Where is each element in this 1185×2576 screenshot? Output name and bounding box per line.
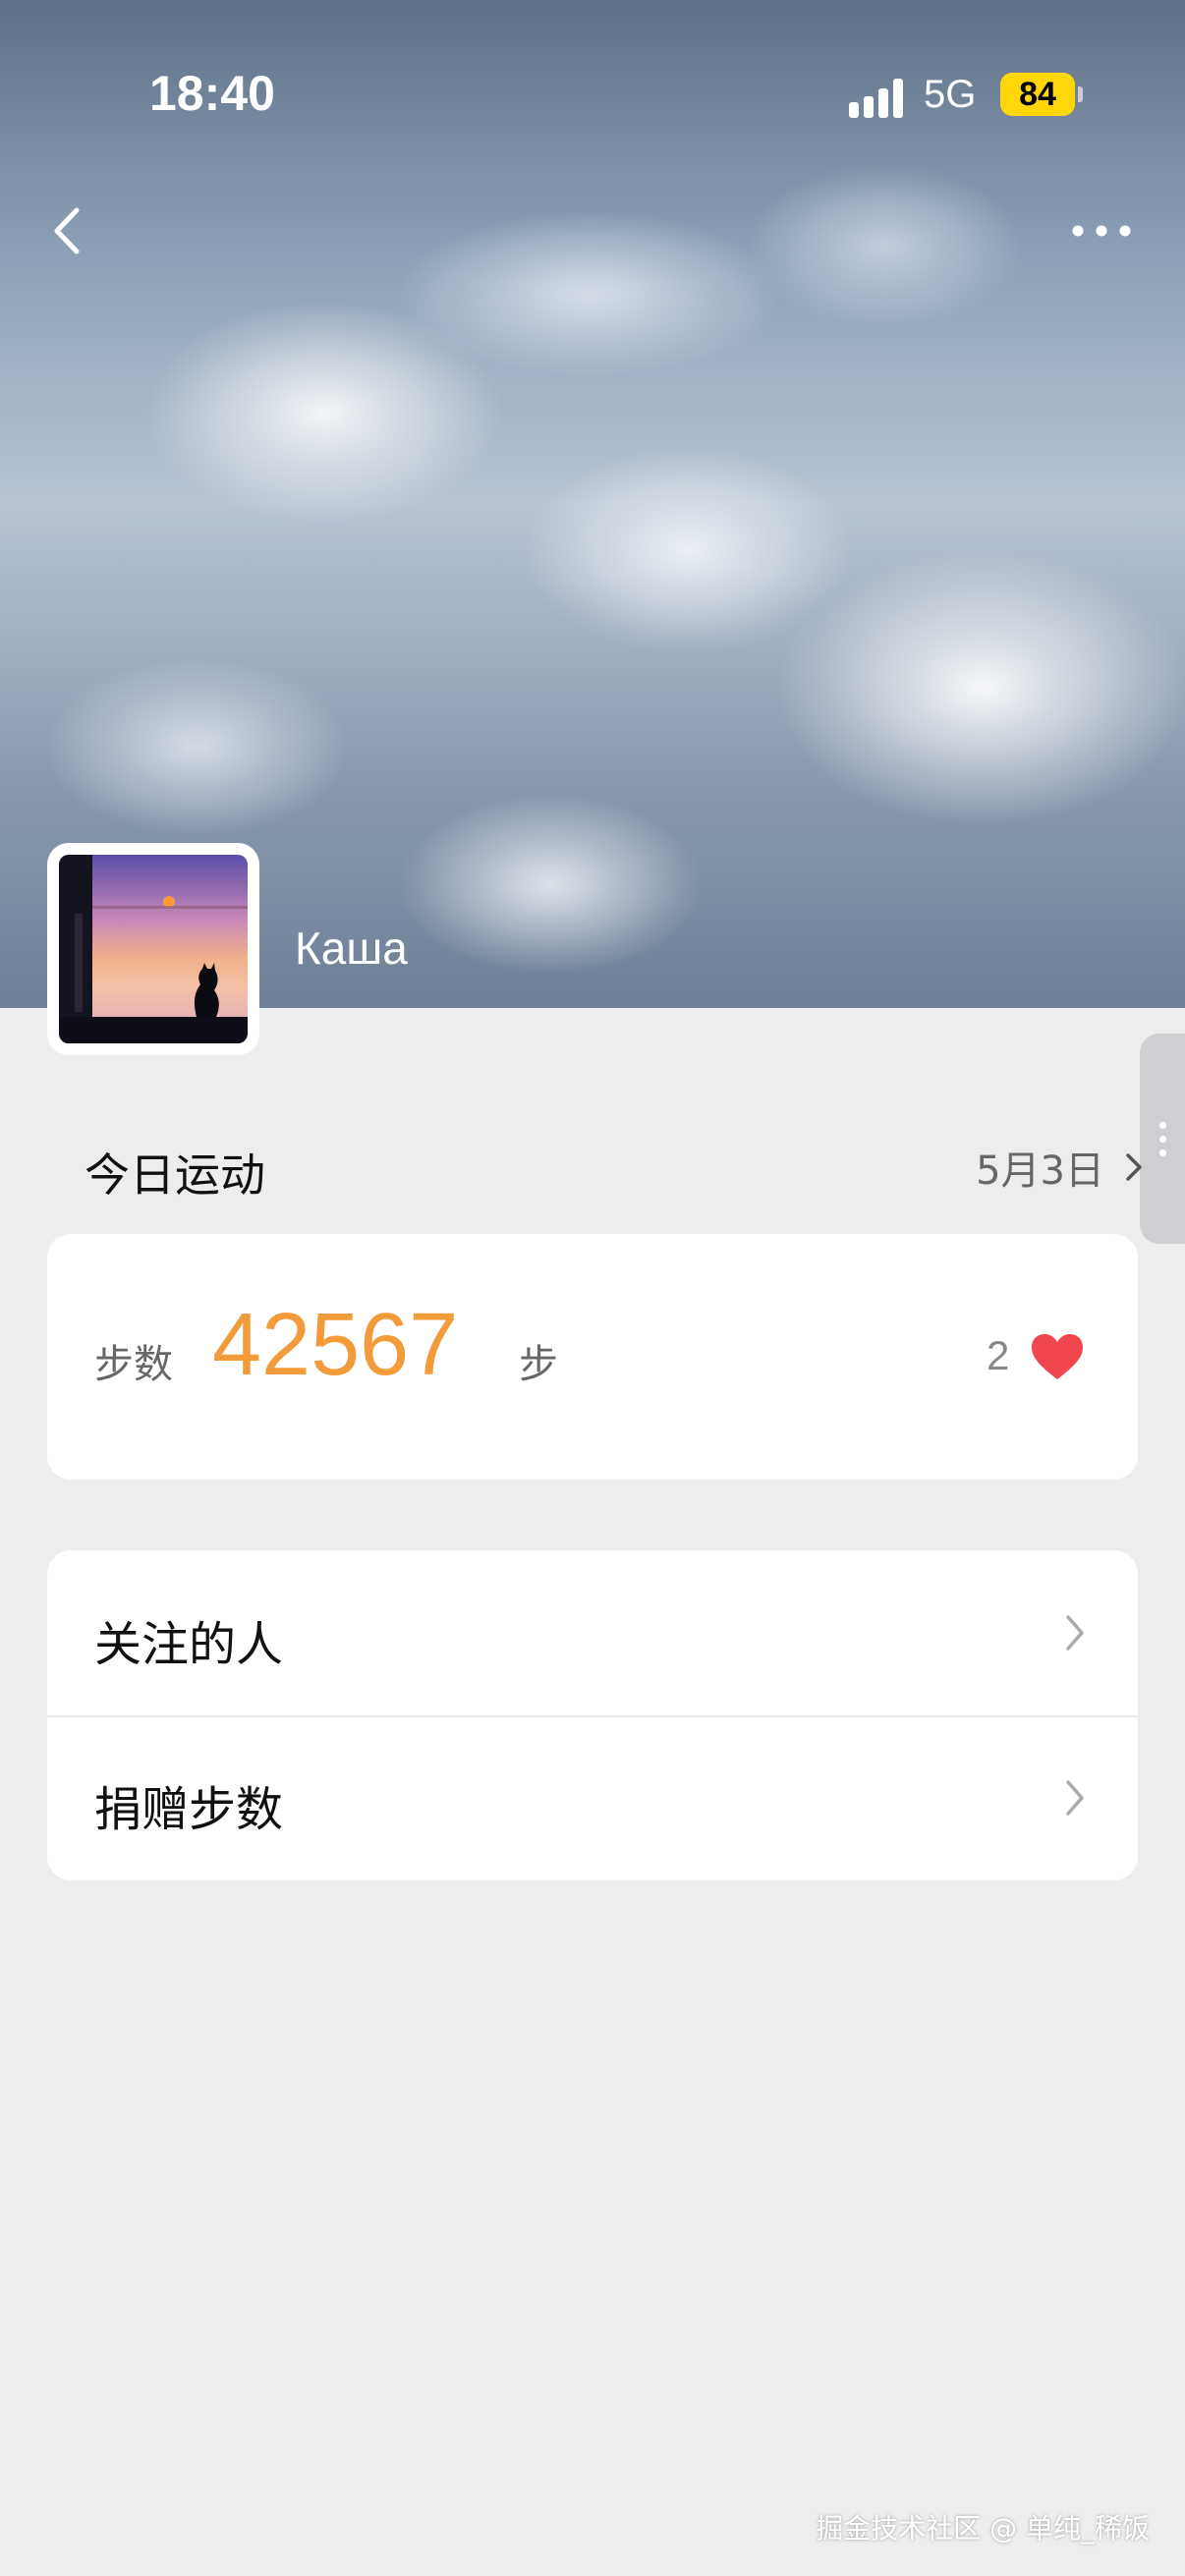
more-button[interactable]: [1067, 206, 1136, 255]
status-time: 18:40: [149, 66, 275, 121]
back-button[interactable]: [39, 196, 98, 265]
chevron-right-icon: [1066, 1780, 1084, 1816]
chevron-right-icon: [1126, 1153, 1142, 1181]
user-name: Каша: [295, 923, 408, 974]
chevron-right-icon: [1066, 1615, 1084, 1651]
more-dots-icon: [1072, 225, 1131, 237]
date-label: 5月3日: [976, 1148, 1104, 1194]
menu-card: 关注的人 捐赠步数: [47, 1550, 1138, 1880]
network-type: 5G: [924, 73, 977, 116]
section-title: 今日运动: [85, 1148, 265, 1202]
signal-icon: [849, 77, 908, 118]
avatar-photo: [59, 855, 248, 1043]
menu-item-label: 关注的人: [94, 1617, 284, 1672]
status-bar: 18:40 5G 84: [0, 0, 1185, 196]
menu-item-label: 捐赠步数: [94, 1782, 284, 1837]
date-selector[interactable]: 5月3日: [976, 1140, 1146, 1195]
steps-label: 步数: [94, 1342, 173, 1387]
heart-icon[interactable]: [1030, 1332, 1085, 1381]
watermark: 掘金技术社区 @ 单纯_稀饭: [816, 2512, 1150, 2545]
battery-level: 84: [1019, 76, 1056, 113]
steps-card[interactable]: 步数 42567 步 2: [47, 1234, 1138, 1480]
avatar[interactable]: [47, 843, 259, 1055]
steps-unit: 步: [519, 1342, 558, 1387]
side-drawer-handle[interactable]: [1140, 1034, 1185, 1244]
menu-item-donate-steps[interactable]: 捐赠步数: [47, 1715, 1138, 1880]
battery-icon: 84: [1000, 73, 1075, 116]
likes-count: 2: [987, 1332, 1010, 1378]
chevron-left-icon: [54, 207, 80, 254]
steps-value: 42567: [212, 1296, 459, 1394]
menu-item-following[interactable]: 关注的人: [47, 1550, 1138, 1715]
battery-cap: [1078, 86, 1083, 102]
